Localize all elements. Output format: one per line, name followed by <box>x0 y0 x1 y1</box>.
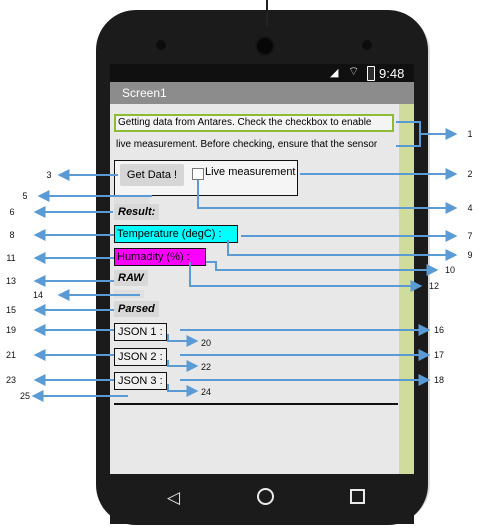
arrow-4 <box>197 180 458 214</box>
annotation-number-5: 5 <box>22 191 28 201</box>
arrow-20 <box>167 334 199 347</box>
arrow-12 <box>189 262 423 292</box>
annotation-number-20: 20 <box>200 338 211 348</box>
annotation-number-2: 2 <box>467 169 473 179</box>
annotation-number-18: 18 <box>433 375 444 385</box>
annotation-number-4: 4 <box>467 203 473 213</box>
annotation-number-23: 23 <box>5 375 16 385</box>
annotation-arrows <box>31 121 458 402</box>
annotation-number-7: 7 <box>467 231 473 241</box>
annotation-number-15: 15 <box>5 305 16 315</box>
arrow-9 <box>227 240 458 261</box>
annotation-number-14: 14 <box>32 290 43 300</box>
annotation-number-10: 10 <box>444 265 455 275</box>
annotation-number-21: 21 <box>5 350 16 360</box>
annotation-number-12: 12 <box>428 281 439 291</box>
bracket-1 <box>396 121 421 147</box>
annotation-number-11: 11 <box>6 253 16 263</box>
annotation-number-16: 16 <box>433 325 444 335</box>
annotation-number-9: 9 <box>467 250 473 260</box>
annotation-number-3: 3 <box>46 170 52 180</box>
annotation-number-1: 1 <box>467 129 473 139</box>
annotation-number-25: 25 <box>19 391 30 401</box>
annotation-number-6: 6 <box>9 207 15 217</box>
annotation-number-24: 24 <box>200 387 211 397</box>
arrow-24 <box>167 384 199 397</box>
arrow-10 <box>206 261 439 276</box>
annotation-number-22: 22 <box>200 362 211 372</box>
annotation-number-8: 8 <box>9 230 15 240</box>
annotation-number-13: 13 <box>5 276 16 286</box>
arrow-22 <box>167 360 199 372</box>
annotation-number-17: 17 <box>433 350 444 360</box>
annotation-number-19: 19 <box>5 325 16 335</box>
